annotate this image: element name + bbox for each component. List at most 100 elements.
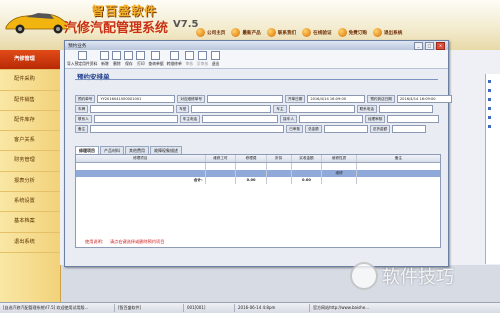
column-header[interactable]: 折扣 xyxy=(267,155,292,162)
arrange-date-field[interactable]: 2016/4/14 16:09:00 xyxy=(307,95,366,103)
plate-label: 车牌 xyxy=(75,105,89,113)
close-button[interactable]: × xyxy=(436,41,445,50)
table-row[interactable] xyxy=(76,163,440,170)
column-header[interactable]: 维修性质 xyxy=(322,155,357,162)
convert-button[interactable]: 转维修单 xyxy=(167,51,182,68)
save-button[interactable]: 保存 xyxy=(124,51,134,68)
product-icon xyxy=(231,28,241,37)
table-total-row: 合计： 0.00 0.00 xyxy=(76,177,440,184)
sidebar-item-settings[interactable]: 系统设置 xyxy=(0,192,60,213)
total-label: 总金额 xyxy=(304,125,322,133)
delete-icon xyxy=(112,51,122,60)
column-header[interactable]: 修理项目 xyxy=(76,155,206,162)
form-row-2: 车牌 车型 车主 联系电话 xyxy=(75,105,433,113)
contact-phone-field[interactable] xyxy=(378,105,433,113)
arrange-date-label: 开单日期 xyxy=(284,95,306,103)
order-no-field[interactable]: YY2016041500001001 xyxy=(97,95,176,103)
discount-field xyxy=(392,125,427,133)
contact-label: 联系人 xyxy=(75,115,92,123)
sidebar-item-sales[interactable]: 配件销售 xyxy=(0,91,60,111)
remark-field[interactable] xyxy=(90,125,285,133)
query-icon xyxy=(151,51,161,60)
reception-field[interactable] xyxy=(298,115,363,123)
bullet-icon xyxy=(488,80,491,83)
owner-phone-field[interactable] xyxy=(202,115,279,123)
sidebar-item-finance[interactable]: 财务管理 xyxy=(0,151,60,172)
window-title: 预约业务 xyxy=(68,43,87,49)
model-label: 车型 xyxy=(176,105,190,113)
sidebar-item-inventory[interactable]: 配件库存 xyxy=(0,111,60,132)
toolbar: 导入预定用件资料 新增 删除 保存 打印 查询单据 转维修单 审核 反审核 退出 xyxy=(65,50,448,69)
watermark-logo-icon xyxy=(350,262,378,290)
unaudit-icon xyxy=(197,51,207,60)
status-time: 2016-06-14 4:8pm xyxy=(235,304,310,312)
nav-products[interactable]: 最新产品 xyxy=(231,28,261,37)
right-panel xyxy=(485,74,500,264)
owner-label: 车主 xyxy=(273,105,287,113)
usage-note: 使用说明： 请点右键选择或删除预约项目 xyxy=(85,239,164,245)
nav-exit[interactable]: 退出系统 xyxy=(372,28,402,37)
bullet-icon xyxy=(488,98,491,101)
model-field[interactable] xyxy=(191,105,272,113)
status-website[interactable]: 官方网站http://www.baishe... xyxy=(310,304,486,312)
status-company: [智百盛软件] xyxy=(115,304,184,312)
sidebar-item-crm[interactable]: 客户关系 xyxy=(0,131,60,152)
exit-icon xyxy=(211,51,221,60)
app-version: V7.5 xyxy=(173,19,199,30)
bullet-icon xyxy=(488,89,491,92)
usage-note-label: 使用说明： xyxy=(85,239,106,244)
table-row-selected[interactable]: 维修 xyxy=(76,170,440,177)
sidebar-item-reports[interactable]: 报表分析 xyxy=(0,172,60,193)
sidebar-item-exit[interactable]: 退出系统 xyxy=(0,233,60,253)
unaudit-button[interactable]: 反审核 xyxy=(197,51,208,68)
watermark: 软件技巧 xyxy=(350,262,454,290)
reviewer-field[interactable] xyxy=(387,115,440,123)
column-header[interactable]: 备注 xyxy=(357,155,440,162)
form-row-1: 预约单号 YY2016041500001001 对应维修单号 开单日期 2016… xyxy=(75,95,452,103)
nav-contact[interactable]: 联系我们 xyxy=(266,28,296,37)
status-user: 001[001] xyxy=(184,304,235,312)
plate-field[interactable] xyxy=(90,105,175,113)
audit-button[interactable]: 审核 xyxy=(184,51,194,68)
reviewer-label: 经理审核 xyxy=(364,115,386,123)
grid-header: 修理项目 维修工时 修理费 折扣 实收金额 维修性质 备注 xyxy=(76,155,440,163)
minimize-button[interactable]: _ xyxy=(414,41,423,50)
sidebar-item-repair[interactable]: 汽修管理 xyxy=(0,50,60,71)
repair-order-field[interactable] xyxy=(206,95,283,103)
new-button[interactable]: 新增 xyxy=(100,51,110,68)
reception-label: 接车人 xyxy=(280,115,297,123)
watermark-text: 软件技巧 xyxy=(382,267,454,288)
nav-home[interactable]: 公司主页 xyxy=(196,28,225,37)
app-title: 汽修汽配管理系统 xyxy=(64,21,169,36)
maximize-button[interactable]: □ xyxy=(425,41,434,50)
order-no-label: 预约单号 xyxy=(75,95,96,103)
sidebar: 汽修管理 配件采购 配件销售 配件库存 客户关系 财务管理 报表分析 系统设置 … xyxy=(0,50,61,312)
print-icon xyxy=(136,51,146,60)
owner-field[interactable] xyxy=(288,105,355,113)
exit-icon xyxy=(372,28,382,37)
verify-icon xyxy=(302,28,312,37)
reservation-window: 预约业务 _ □ × 导入预定用件资料 新增 删除 保存 打印 查询单据 转维修… xyxy=(64,40,452,267)
print-button[interactable]: 打印 xyxy=(136,51,146,68)
convert-icon xyxy=(169,51,179,60)
contact-field[interactable] xyxy=(93,115,178,123)
status-bar: [自选汽修汽配管理系统V7.5] 欢迎使用试用版... [智百盛软件] 001[… xyxy=(0,302,500,313)
exit-button[interactable]: 退出 xyxy=(211,51,221,68)
repair-items-grid[interactable]: 修理项目 维修工时 修理费 折扣 实收金额 维修性质 备注 维修 合计： 0.00… xyxy=(75,154,441,248)
query-button[interactable]: 查询单据 xyxy=(148,51,164,68)
bullet-icon xyxy=(488,116,491,119)
usage-note-text: 请点右键选择或删除预约项目 xyxy=(109,239,165,244)
nav-order[interactable]: 免费订购 xyxy=(337,28,367,37)
column-header[interactable]: 实收金额 xyxy=(292,155,323,162)
expected-date-field[interactable]: 2016/4/14 16:09:00 xyxy=(396,95,452,103)
sidebar-item-purchase[interactable]: 配件采购 xyxy=(0,70,60,91)
sidebar-item-archives[interactable]: 基本档案 xyxy=(0,212,60,233)
column-header[interactable]: 修理费 xyxy=(236,155,267,162)
window-titlebar[interactable]: 预约业务 _ □ × xyxy=(65,41,448,50)
nav-verify[interactable]: 在线验证 xyxy=(302,28,332,37)
column-header[interactable]: 维修工时 xyxy=(206,155,237,162)
import-icon xyxy=(77,51,87,60)
delete-button[interactable]: 删除 xyxy=(112,51,122,68)
status-app: [自选汽修汽配管理系统V7.5] 欢迎使用试用版... xyxy=(0,304,115,312)
import-button[interactable]: 导入预定用件资料 xyxy=(67,51,97,68)
